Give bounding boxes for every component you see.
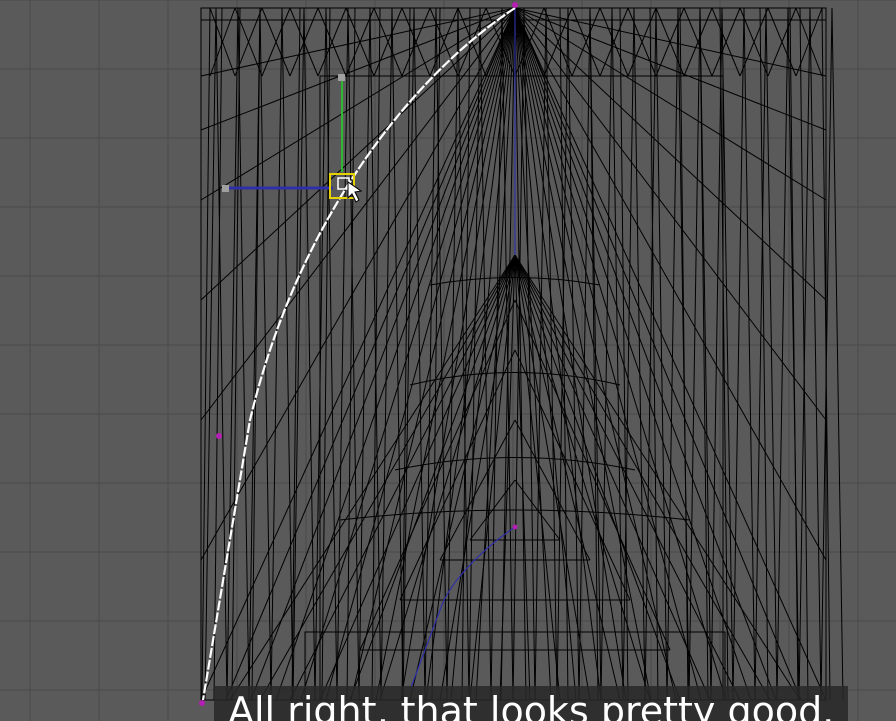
- wireframe-mesh: [200, 7, 844, 701]
- video-subtitle: All right, that looks pretty good.: [214, 686, 849, 721]
- gizmo-y-handle[interactable]: [338, 74, 345, 81]
- wireframe-scene[interactable]: [0, 0, 896, 721]
- modeling-viewport[interactable]: All right, that looks pretty good.: [0, 0, 896, 721]
- transform-gizmo[interactable]: [222, 74, 355, 199]
- subtitle-text: All right, that looks pretty good.: [228, 689, 835, 721]
- vertex-bottom-left[interactable]: [199, 700, 205, 706]
- gizmo-x-handle[interactable]: [222, 185, 229, 192]
- vertex-top[interactable]: [512, 2, 518, 8]
- vertex-lower-spline[interactable]: [512, 524, 518, 530]
- vertex-left[interactable]: [216, 433, 222, 439]
